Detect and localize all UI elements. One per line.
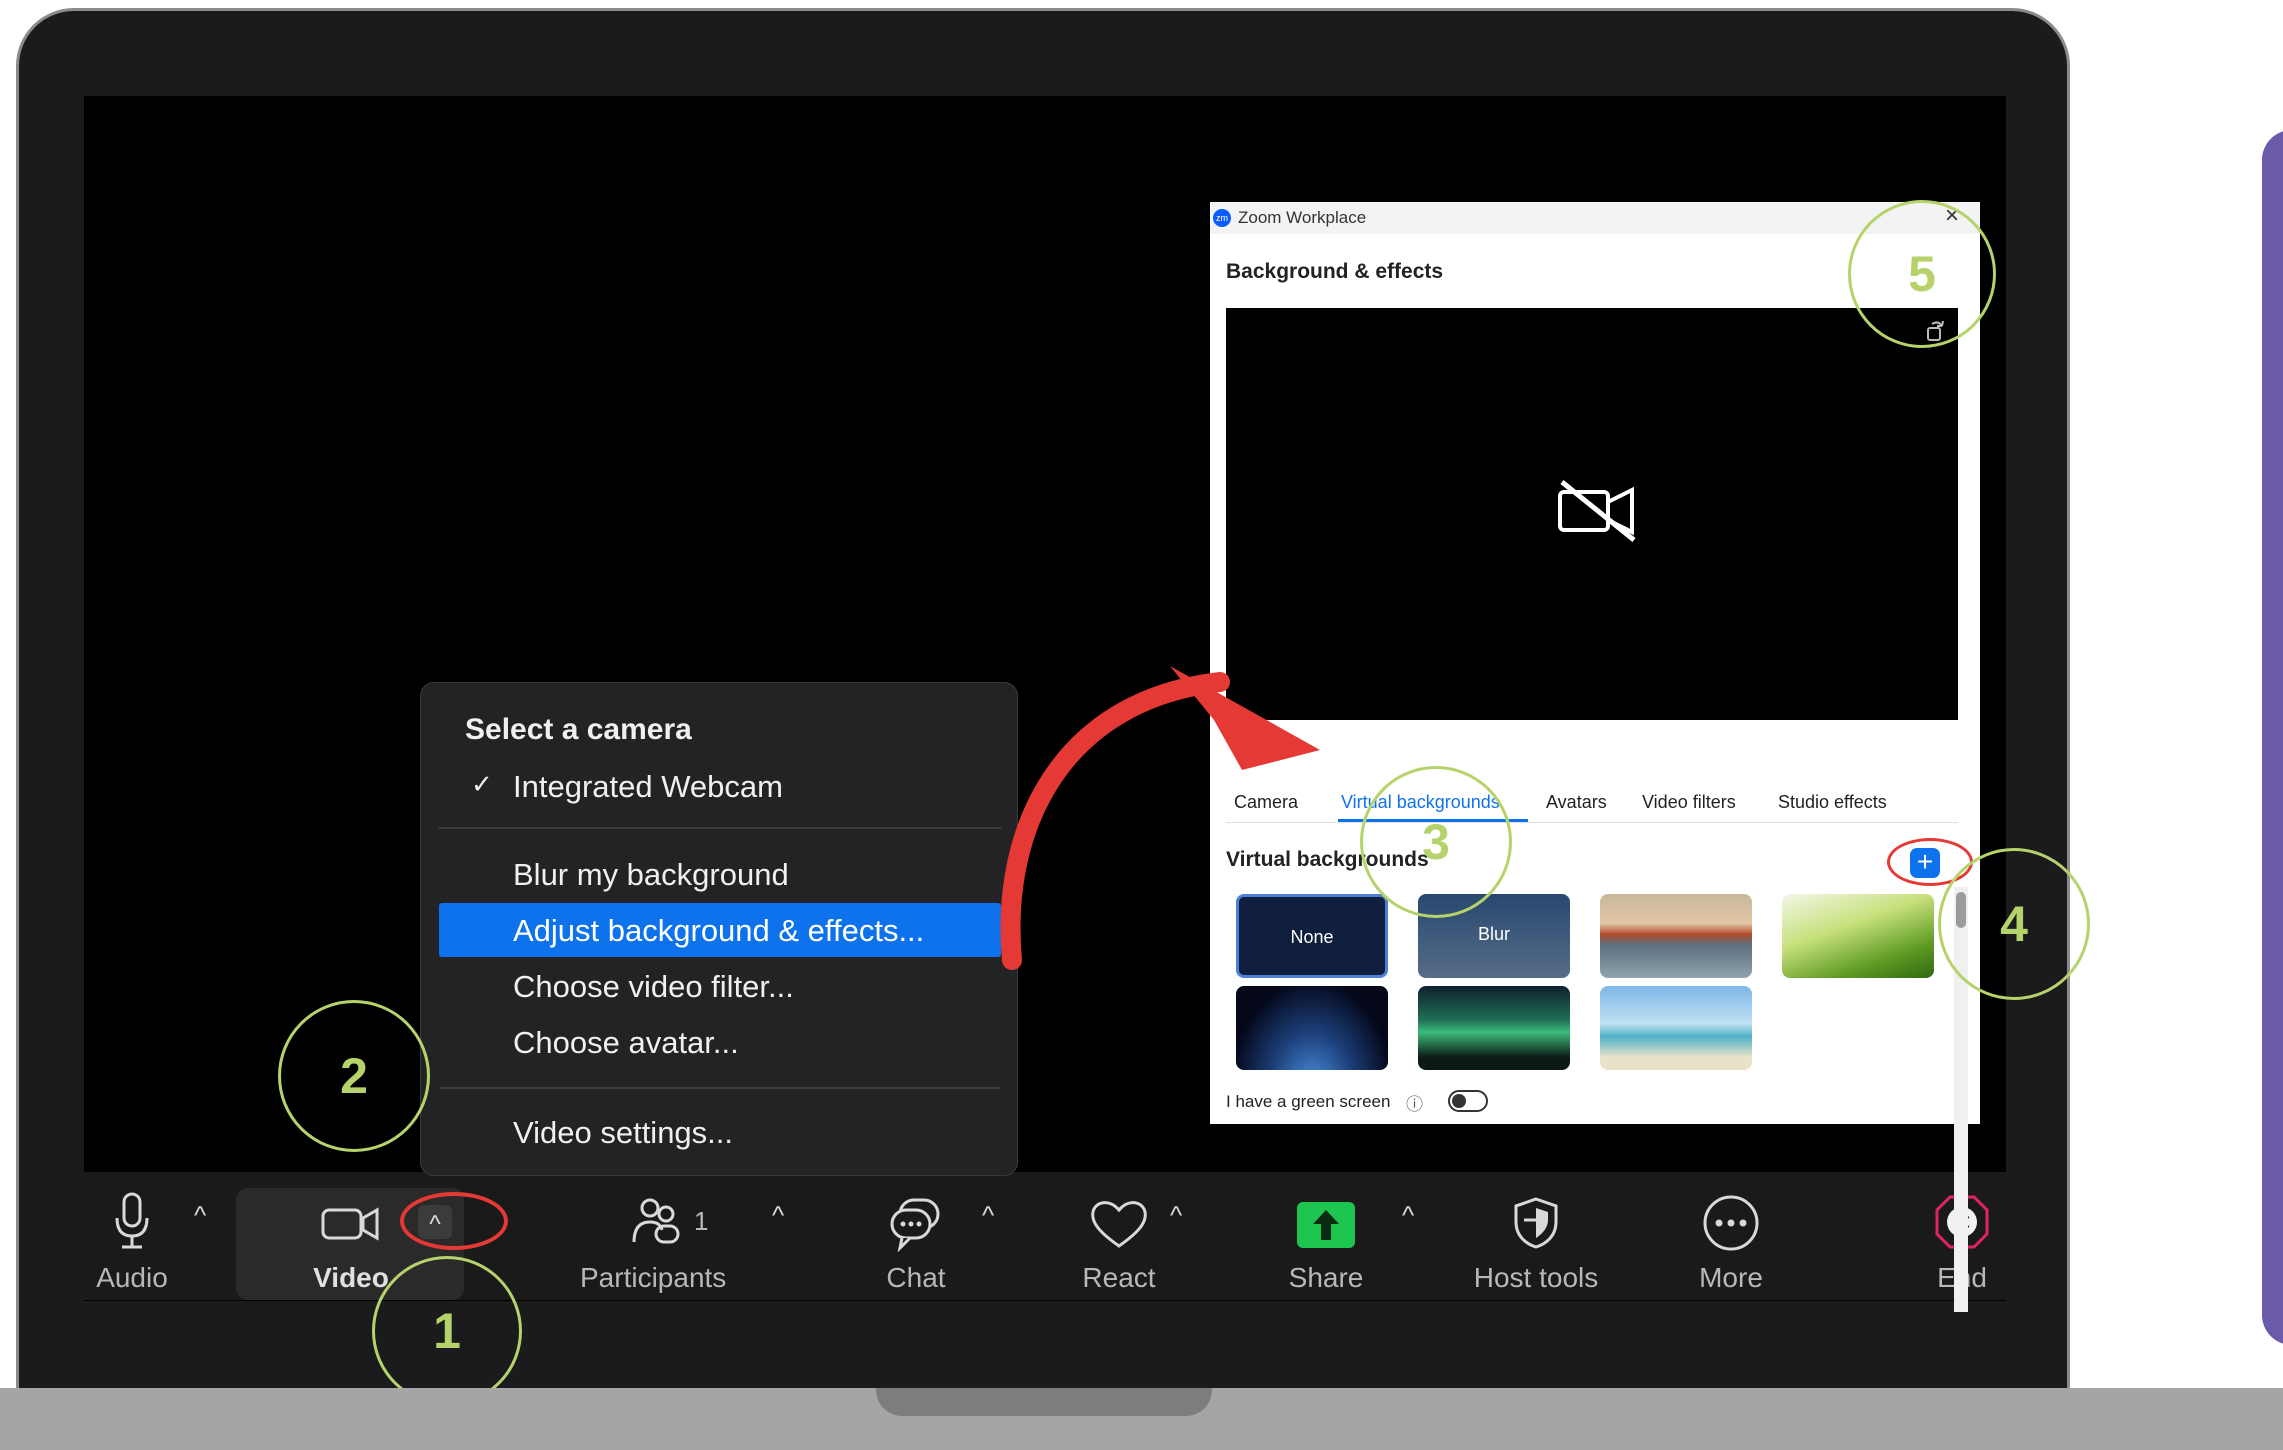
menu-item-integrated-webcam[interactable]: Integrated Webcam bbox=[513, 769, 783, 805]
video-label: Video bbox=[313, 1262, 389, 1293]
video-preview bbox=[1226, 308, 1958, 720]
chat-button[interactable]: Chat bbox=[876, 1172, 956, 1300]
ellipsis-icon bbox=[1703, 1195, 1759, 1251]
host-tools-button[interactable]: Host tools bbox=[1466, 1172, 1606, 1300]
checkmark-icon: ✓ bbox=[471, 769, 493, 799]
participants-button[interactable]: Participants bbox=[580, 1172, 740, 1300]
participants-caret-icon[interactable]: ^ bbox=[772, 1200, 784, 1231]
green-screen-toggle[interactable] bbox=[1448, 1090, 1488, 1112]
step-5-marker: 5 bbox=[1848, 200, 1996, 348]
menu-item-video-settings[interactable]: Video settings... bbox=[513, 1115, 733, 1151]
more-button[interactable]: More bbox=[1686, 1172, 1776, 1300]
audio-label: Audio bbox=[96, 1262, 168, 1293]
participants-label: Participants bbox=[580, 1262, 727, 1293]
menu-divider bbox=[439, 1087, 1001, 1089]
background-thumbnail-aurora[interactable] bbox=[1418, 986, 1570, 1070]
green-screen-label: I have a green screen bbox=[1226, 1092, 1391, 1111]
laptop-notch bbox=[876, 1388, 1212, 1416]
window-heading: Background & effects bbox=[1226, 260, 1444, 283]
host-tools-label: Host tools bbox=[1473, 1262, 1599, 1293]
chat-label: Chat bbox=[886, 1262, 946, 1293]
chat-caret-icon[interactable]: ^ bbox=[982, 1200, 994, 1231]
background-thumbnail-earth[interactable] bbox=[1236, 986, 1388, 1070]
tab-video-filters[interactable]: Video filters bbox=[1642, 792, 1736, 813]
menu-item-blur-background[interactable]: Blur my background bbox=[513, 857, 789, 893]
menu-item-choose-avatar[interactable]: Choose avatar... bbox=[513, 1025, 739, 1061]
participants-count: 1 bbox=[694, 1206, 709, 1236]
step-4-marker: 4 bbox=[1938, 848, 2090, 1000]
step-2-marker: 2 bbox=[278, 1000, 430, 1152]
participants-icon bbox=[632, 1198, 680, 1244]
highlight-oval-video-caret bbox=[400, 1192, 508, 1250]
share-label: Share bbox=[1288, 1262, 1364, 1293]
curved-arrow-icon bbox=[1000, 666, 1320, 970]
background-thumbnail-bridge[interactable] bbox=[1600, 894, 1752, 978]
info-icon[interactable]: ⓘ bbox=[1406, 1090, 1423, 1115]
step-3-marker: 3 bbox=[1360, 766, 1512, 918]
share-arrow-icon bbox=[1297, 1202, 1355, 1248]
zoom-logo-icon: zm bbox=[1213, 209, 1231, 227]
camera-off-icon bbox=[1558, 480, 1636, 542]
audio-button[interactable]: Audio bbox=[84, 1172, 180, 1300]
shield-icon bbox=[1514, 1197, 1558, 1249]
background-thumbnail-grass[interactable] bbox=[1782, 894, 1934, 978]
react-button[interactable]: React bbox=[1074, 1172, 1164, 1300]
tab-avatars[interactable]: Avatars bbox=[1546, 792, 1607, 813]
share-button[interactable]: Share bbox=[1278, 1172, 1374, 1300]
menu-item-video-filter[interactable]: Choose video filter... bbox=[513, 969, 794, 1005]
react-caret-icon[interactable]: ^ bbox=[1170, 1200, 1182, 1231]
camera-menu: Select a camera ✓ Integrated Webcam Blur… bbox=[420, 682, 1018, 1176]
side-panel bbox=[2262, 130, 2283, 1345]
chat-bubble-icon bbox=[890, 1198, 940, 1252]
react-label: React bbox=[1082, 1262, 1156, 1293]
audio-caret-icon[interactable]: ^ bbox=[194, 1200, 206, 1231]
share-caret-icon[interactable]: ^ bbox=[1402, 1200, 1414, 1231]
tab-studio-effects[interactable]: Studio effects bbox=[1778, 792, 1887, 813]
step-1-marker: 1 bbox=[372, 1256, 522, 1406]
menu-section-title: Select a camera bbox=[465, 713, 692, 746]
heart-icon bbox=[1091, 1201, 1147, 1248]
video-button[interactable]: Video bbox=[300, 1172, 402, 1300]
thumbnail-label: Blur bbox=[1477, 924, 1510, 944]
microphone-icon bbox=[115, 1192, 149, 1249]
background-thumbnail-beach[interactable] bbox=[1600, 986, 1752, 1070]
more-label: More bbox=[1699, 1262, 1763, 1293]
menu-divider bbox=[439, 827, 1001, 829]
toggle-knob bbox=[1452, 1094, 1466, 1108]
menu-item-adjust-background[interactable]: Adjust background & effects... bbox=[513, 913, 924, 949]
window-title: Zoom Workplace bbox=[1238, 208, 1367, 227]
video-camera-icon bbox=[321, 1207, 379, 1241]
